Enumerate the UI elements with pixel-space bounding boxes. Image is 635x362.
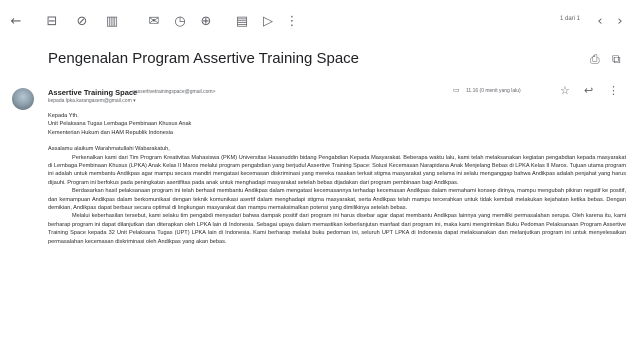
add-task-icon[interactable]: ⊕ bbox=[198, 14, 214, 30]
salutation-line-3: Kementerian Hukum dan HAM Republik Indon… bbox=[48, 129, 173, 136]
paragraph-1: Perkenalkan kami dari Tim Program Kreati… bbox=[48, 154, 626, 186]
salutation-line-1: Kepada Yth. bbox=[48, 113, 79, 119]
prev-message-icon[interactable]: ‹ bbox=[592, 14, 608, 30]
sender-avatar[interactable] bbox=[12, 88, 34, 110]
greeting: Assalamu alaikum Warahmatullahi Wabaraka… bbox=[48, 146, 170, 153]
mark-unread-icon[interactable]: ✉ bbox=[146, 14, 162, 30]
salutation-line-2: Unit Pelaksana Tugas Lembaga Pembinaan K… bbox=[48, 121, 192, 128]
email-body: Kepada Yth. Unit Pelaksana Tugas Lembaga… bbox=[48, 112, 626, 246]
label-icon[interactable]: ▷ bbox=[260, 14, 276, 30]
more-options-icon[interactable]: ⋮ bbox=[608, 84, 619, 97]
paragraph-3: Melalui keberhasilan tersebut, kami sela… bbox=[48, 213, 626, 245]
archive-icon[interactable]: ⊟ bbox=[44, 14, 60, 30]
back-arrow-icon[interactable]: ← bbox=[8, 14, 24, 30]
paragraph-2: Berdasarkan hasil pelaksanaan program in… bbox=[48, 188, 626, 212]
open-new-window-icon[interactable]: ⧉ bbox=[612, 52, 621, 67]
move-to-icon[interactable]: ▤ bbox=[234, 14, 250, 30]
pagination-label: 1 dari 1 bbox=[560, 16, 581, 22]
more-vert-icon[interactable]: ⋮ bbox=[284, 14, 300, 30]
print-icon[interactable]: ⎙ bbox=[590, 52, 600, 67]
delete-icon[interactable]: ▥ bbox=[104, 14, 120, 30]
email-date: 11.16 (0 menit yang lalu) bbox=[466, 88, 521, 94]
snooze-icon[interactable]: ◷ bbox=[172, 14, 188, 30]
message-toolbar: ← ⊟ ⊘ ▥ ✉ ◷ ⊕ ▤ ▷ ⋮ 1 dari 1 ‹ › bbox=[0, 0, 635, 44]
recipient-text: kepada lpka.karangasem@gmail.com bbox=[48, 98, 132, 104]
reply-icon[interactable]: ↩ bbox=[584, 84, 593, 97]
sender-email: <assertivetrainingspace@gmail.com> bbox=[132, 89, 216, 95]
attachment-icon: ▭ bbox=[453, 86, 460, 94]
next-message-icon[interactable]: › bbox=[612, 14, 628, 30]
star-icon[interactable]: ☆ bbox=[560, 84, 570, 97]
email-subject: Pengenalan Program Assertive Training Sp… bbox=[48, 50, 360, 67]
recipient-dropdown-icon[interactable]: ▾ bbox=[133, 98, 136, 104]
recipient-line[interactable]: kepada lpka.karangasem@gmail.com ▾ bbox=[48, 98, 136, 104]
sender-name[interactable]: Assertive Training Space bbox=[48, 88, 137, 97]
report-spam-icon[interactable]: ⊘ bbox=[74, 14, 90, 30]
